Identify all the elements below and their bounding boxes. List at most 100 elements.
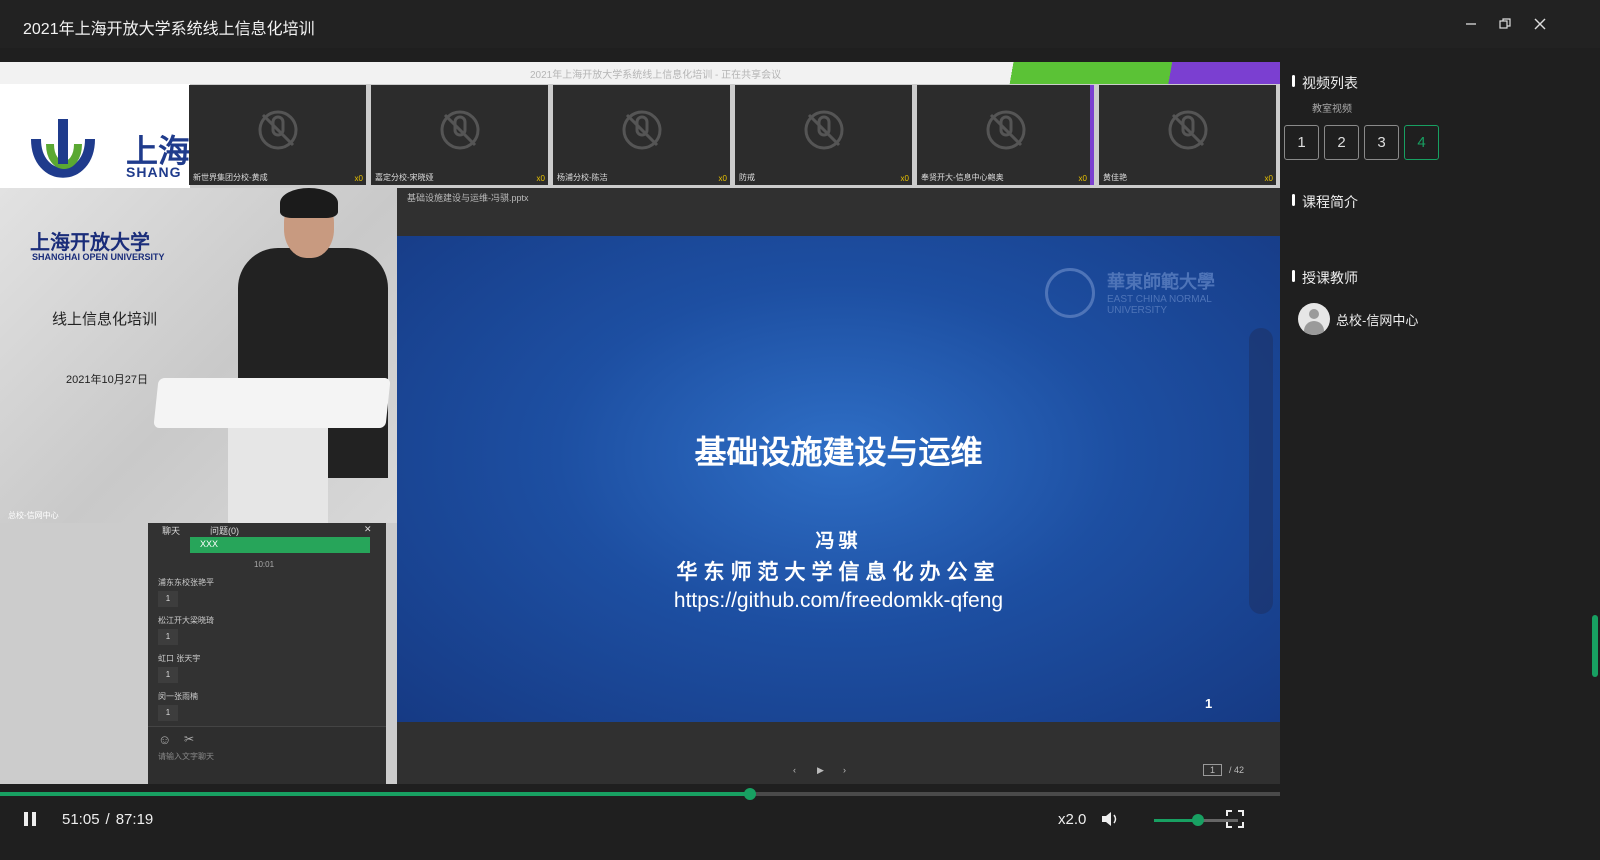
next-slide-icon[interactable]: › [843, 765, 846, 775]
participant-name: 嘉定分校-宋晓娅 [375, 173, 434, 182]
window-title: 2021年上海开放大学系统线上信息化培训 [23, 21, 315, 38]
meeting-window-title: 2021年上海开放大学系统线上信息化培训 - 正在共享会议 [530, 70, 782, 81]
teacher-name: 总校-信网中心 [1336, 312, 1419, 328]
backdrop-date: 2021年10月27日 [66, 374, 148, 386]
progress-bar[interactable] [0, 788, 1280, 800]
speaker-location: 总校-信网中心 [8, 511, 59, 520]
episode-button-4[interactable]: 4 [1404, 125, 1439, 160]
trophy-count: x0 [1264, 174, 1273, 183]
episode-button-2[interactable]: 2 [1324, 125, 1359, 160]
avatar [1298, 303, 1330, 335]
prev-slide-icon[interactable]: ‹ [793, 765, 796, 775]
podium-base [228, 426, 328, 523]
tab-questions[interactable]: 问题(0) [210, 524, 239, 537]
camera-off-icon [986, 110, 1026, 150]
presenter-hair [280, 188, 338, 218]
participant-tile[interactable]: 嘉定分校-宋晓娅 x0 [371, 85, 548, 185]
progress-fill [0, 792, 751, 796]
chat-panel: 聊天 问题(0) ✕ XXX 10:01 浦东东校张艳平 1 松江开大梁晓琦 1… [148, 523, 386, 784]
trophy-count: x0 [354, 174, 363, 183]
speaker-video: 上海开放大学 SHANGHAI OPEN UNIVERSITY 线上信息化培训 … [0, 188, 397, 523]
chat-close-icon[interactable]: ✕ [364, 524, 372, 535]
backdrop-brand-en: SHANGHAI OPEN UNIVERSITY [32, 252, 165, 262]
sidebar-scrollbar[interactable] [1592, 615, 1598, 677]
close-button[interactable] [1528, 12, 1552, 36]
university-mark: 華東師範大學 EAST CHINA NORMAL UNIVERSITY [1107, 268, 1215, 316]
slide-org: 华东师范大学信息化办公室 [676, 559, 1001, 584]
video-list-subtitle: 教室视频 [1312, 104, 1352, 115]
chat-sender: 虹口 张天宇 [158, 654, 201, 663]
minimize-button[interactable] [1459, 12, 1483, 36]
chat-sender: 浦东东校张艳平 [158, 578, 214, 587]
progress-handle[interactable] [744, 788, 757, 800]
university-en-2: UNIVERSITY [1107, 305, 1168, 316]
trophy-count: x0 [900, 174, 909, 183]
page-total: / 42 [1229, 765, 1245, 775]
chat-input-area[interactable]: ☺ ✂ 请输入文字聊天 [148, 726, 386, 784]
participant-tile[interactable]: 黄佳艳 x0 [1099, 85, 1276, 185]
slide-url: https://github.com/freedomkk-qfeng [673, 589, 1004, 612]
backdrop-brand: 上海开放大学 [30, 232, 150, 254]
podium [153, 378, 391, 428]
close-icon [1534, 18, 1546, 30]
teacher-title: 授课教师 [1292, 268, 1358, 288]
pause-icon [24, 812, 36, 826]
chat-message: 1 [158, 629, 178, 645]
slide-page-number: 1 [1205, 696, 1213, 711]
sidebar: 视频列表 教室视频 1 2 3 4 课程简介 授课教师 总校-信网中心 [1280, 48, 1600, 860]
camera-off-icon [622, 110, 662, 150]
presentation-window: 基础设施建设与运维-冯骐.pptx 華東師範大學 EAST CHINA NORM… [397, 188, 1280, 784]
open-university-logo-icon [31, 119, 95, 178]
chat-message: 1 [158, 591, 178, 607]
play-slide-icon[interactable]: ▶ [817, 765, 824, 776]
fullscreen-icon [1226, 810, 1244, 828]
participant-name: 黄佳艳 [1103, 173, 1127, 182]
ecnu-seal-icon [1045, 268, 1095, 318]
chat-time: 10:01 [254, 560, 275, 569]
meeting-top-strip: 2021年上海开放大学系统线上信息化培训 - 正在共享会议 [0, 62, 1280, 84]
episode-button-1[interactable]: 1 [1284, 125, 1319, 160]
teacher-item[interactable]: 总校-信网中心 [1298, 303, 1418, 335]
participant-tile[interactable]: 杨浦分校-陈洁 x0 [553, 85, 730, 185]
scissors-icon[interactable]: ✂ [184, 732, 194, 746]
participant-tile[interactable]: 新世界集团分校-黄成 x0 [189, 85, 366, 185]
camera-off-icon [1168, 110, 1208, 150]
volume-handle[interactable] [1191, 814, 1204, 826]
slide-author: 冯骐 [815, 530, 862, 552]
chat-input-placeholder[interactable]: 请输入文字聊天 [158, 751, 214, 762]
annotation-toolbar[interactable] [1249, 328, 1273, 614]
chat-highlight: XXX [190, 537, 370, 553]
speed-button[interactable]: x2.0 [1058, 807, 1086, 831]
participant-tiles: 新世界集团分校-黄成 x0 嘉定分校-宋晓娅 x0 杨浦分校-陈洁 x0 防戒 … [189, 85, 1279, 188]
ppt-footer: ‹ ▶ › 1 / 42 [397, 760, 1280, 784]
chat-tabs: 聊天 问题(0) ✕ [148, 523, 386, 537]
participant-name: 防戒 [739, 173, 755, 182]
time-display: 51:05 / 87:19 [62, 807, 153, 831]
total-time: 87:19 [115, 810, 154, 828]
tab-chat[interactable]: 聊天 [162, 524, 180, 537]
chat-sender: 松江开大梁晓琦 [158, 616, 214, 625]
participant-name: 新世界集团分校-黄成 [193, 173, 268, 182]
slide: 華東師範大學 EAST CHINA NORMAL UNIVERSITY 基础设施… [397, 236, 1280, 722]
current-time: 51:05 [62, 810, 100, 828]
video-list-title: 视频列表 [1292, 73, 1358, 93]
participant-name: 杨浦分校-陈洁 [557, 173, 608, 182]
pause-button[interactable] [22, 807, 38, 831]
emoji-icon[interactable]: ☺ [158, 732, 171, 747]
logo-en-text: SHANG [126, 164, 182, 180]
university-en-1: EAST CHINA NORMAL [1107, 294, 1212, 305]
participant-name: 奉贤开大-信息中心鲍奥 [921, 173, 1004, 182]
restore-button[interactable] [1493, 12, 1517, 36]
trophy-count: x0 [718, 174, 727, 183]
trophy-count: x0 [536, 174, 545, 183]
episode-button-3[interactable]: 3 [1364, 125, 1399, 160]
page-indicator[interactable]: 1 [1203, 764, 1223, 776]
video-frame[interactable]: 2021年上海开放大学系统线上信息化培训 - 正在共享会议 上海 SHANG 新… [0, 62, 1280, 784]
participant-tile[interactable]: 奉贤开大-信息中心鲍奥 x0 [917, 85, 1094, 185]
ppt-filename: 基础设施建设与运维-冯骐.pptx [407, 193, 529, 203]
fullscreen-button[interactable] [1226, 807, 1244, 831]
participant-tile[interactable]: 防戒 x0 [735, 85, 912, 185]
volume-button[interactable] [1100, 807, 1120, 831]
chat-message: 1 [158, 667, 178, 683]
backdrop-title: 线上信息化培训 [52, 311, 158, 328]
